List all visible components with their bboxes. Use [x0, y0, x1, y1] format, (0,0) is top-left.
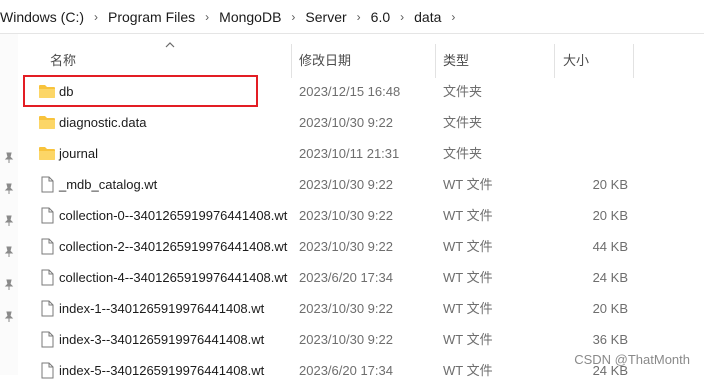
file-date-modified: 2023/10/30 9:22 — [299, 239, 393, 254]
file-date-modified: 2023/10/30 9:22 — [299, 177, 393, 192]
file-date-modified: 2023/12/15 16:48 — [299, 84, 401, 99]
chevron-right-icon[interactable]: › — [351, 10, 367, 24]
file-row[interactable]: db 2023/12/15 16:48 文件夹 — [0, 76, 704, 107]
file-size: 20 KB — [592, 208, 628, 223]
breadcrumb-server[interactable]: Server — [301, 9, 350, 25]
file-row[interactable]: _mdb_catalog.wt 2023/10/30 9:22 WT 文件 20 KB — [0, 169, 704, 200]
file-type: 文件夹 — [443, 146, 483, 161]
column-date-modified[interactable]: 修改日期 — [299, 50, 351, 72]
watermark: CSDN @ThatMonth — [574, 352, 690, 367]
file-icon — [38, 331, 56, 348]
file-date-modified: 2023/6/20 17:34 — [299, 270, 393, 285]
file-size — [560, 107, 628, 138]
file-row[interactable]: collection-2--3401265919976441408.wt 2023… — [0, 231, 704, 262]
file-size: 20 KB — [592, 301, 628, 316]
file-type: WT 文件 — [443, 177, 493, 192]
file-row[interactable]: index-3--3401265919976441408.wt 2023/10/3… — [0, 324, 704, 355]
column-divider[interactable] — [291, 44, 292, 78]
chevron-right-icon[interactable]: › — [285, 10, 301, 24]
chevron-right-icon[interactable]: › — [445, 10, 461, 24]
file-size — [560, 76, 628, 107]
file-name: index-3--3401265919976441408.wt — [59, 332, 265, 347]
chevron-right-icon[interactable]: › — [88, 10, 104, 24]
file-size: 44 KB — [592, 239, 628, 254]
column-name[interactable]: 名称 — [50, 50, 76, 72]
breadcrumb-mongodb[interactable]: MongoDB — [215, 9, 285, 25]
breadcrumb-version[interactable]: 6.0 — [367, 9, 394, 25]
file-row[interactable]: collection-4--3401265919976441408.wt 2023… — [0, 262, 704, 293]
file-name: index-5--3401265919976441408.wt — [59, 363, 265, 378]
file-size: 24 KB — [592, 270, 628, 285]
chevron-right-icon[interactable]: › — [199, 10, 215, 24]
file-date-modified: 2023/10/30 9:22 — [299, 208, 393, 223]
file-type: WT 文件 — [443, 270, 493, 285]
folder-icon — [38, 83, 56, 100]
column-size[interactable]: 大小 — [563, 50, 589, 72]
chevron-right-icon[interactable]: › — [394, 10, 410, 24]
file-type: WT 文件 — [443, 301, 493, 316]
file-date-modified: 2023/10/30 9:22 — [299, 115, 393, 130]
file-type: WT 文件 — [443, 332, 493, 347]
file-icon — [38, 176, 56, 193]
file-row[interactable]: index-1--3401265919976441408.wt 2023/10/3… — [0, 293, 704, 324]
folder-icon — [38, 145, 56, 162]
breadcrumb-drive[interactable]: Windows (C:) — [0, 9, 88, 25]
breadcrumb-data[interactable]: data — [410, 9, 445, 25]
file-icon — [38, 207, 56, 224]
file-type: 文件夹 — [443, 84, 483, 99]
file-type: WT 文件 — [443, 239, 493, 254]
file-type: WT 文件 — [443, 208, 493, 223]
file-name: collection-0--3401265919976441408.wt — [59, 208, 288, 223]
file-type: 文件夹 — [443, 115, 483, 130]
file-row[interactable]: journal 2023/10/11 21:31 文件夹 — [0, 138, 704, 169]
file-icon — [38, 269, 56, 286]
file-name: index-1--3401265919976441408.wt — [59, 301, 265, 316]
column-type[interactable]: 类型 — [443, 50, 469, 72]
file-type: WT 文件 — [443, 363, 493, 378]
sort-ascending-icon[interactable] — [163, 39, 177, 49]
file-date-modified: 2023/10/30 9:22 — [299, 332, 393, 347]
file-date-modified: 2023/10/11 21:31 — [299, 146, 400, 161]
file-name: _mdb_catalog.wt — [59, 177, 158, 192]
file-name: db — [59, 84, 74, 99]
file-icon — [38, 300, 56, 317]
folder-icon — [38, 114, 56, 131]
column-divider[interactable] — [633, 44, 634, 78]
file-icon — [38, 238, 56, 255]
file-size — [560, 138, 628, 169]
file-name: collection-2--3401265919976441408.wt — [59, 239, 288, 254]
file-icon — [38, 362, 56, 379]
column-divider[interactable] — [435, 44, 436, 78]
file-date-modified: 2023/10/30 9:22 — [299, 301, 393, 316]
file-size: 36 KB — [592, 332, 628, 347]
column-divider[interactable] — [554, 44, 555, 78]
file-size: 20 KB — [592, 177, 628, 192]
file-date-modified: 2023/6/20 17:34 — [299, 363, 393, 378]
file-row[interactable]: diagnostic.data 2023/10/30 9:22 文件夹 — [0, 107, 704, 138]
file-name: diagnostic.data — [59, 115, 147, 130]
address-bar[interactable]: Windows (C:) › Program Files › MongoDB ›… — [0, 0, 704, 34]
breadcrumb-program-files[interactable]: Program Files — [104, 9, 199, 25]
file-name: collection-4--3401265919976441408.wt — [59, 270, 288, 285]
file-row[interactable]: collection-0--3401265919976441408.wt 2023… — [0, 200, 704, 231]
file-name: journal — [59, 146, 99, 161]
